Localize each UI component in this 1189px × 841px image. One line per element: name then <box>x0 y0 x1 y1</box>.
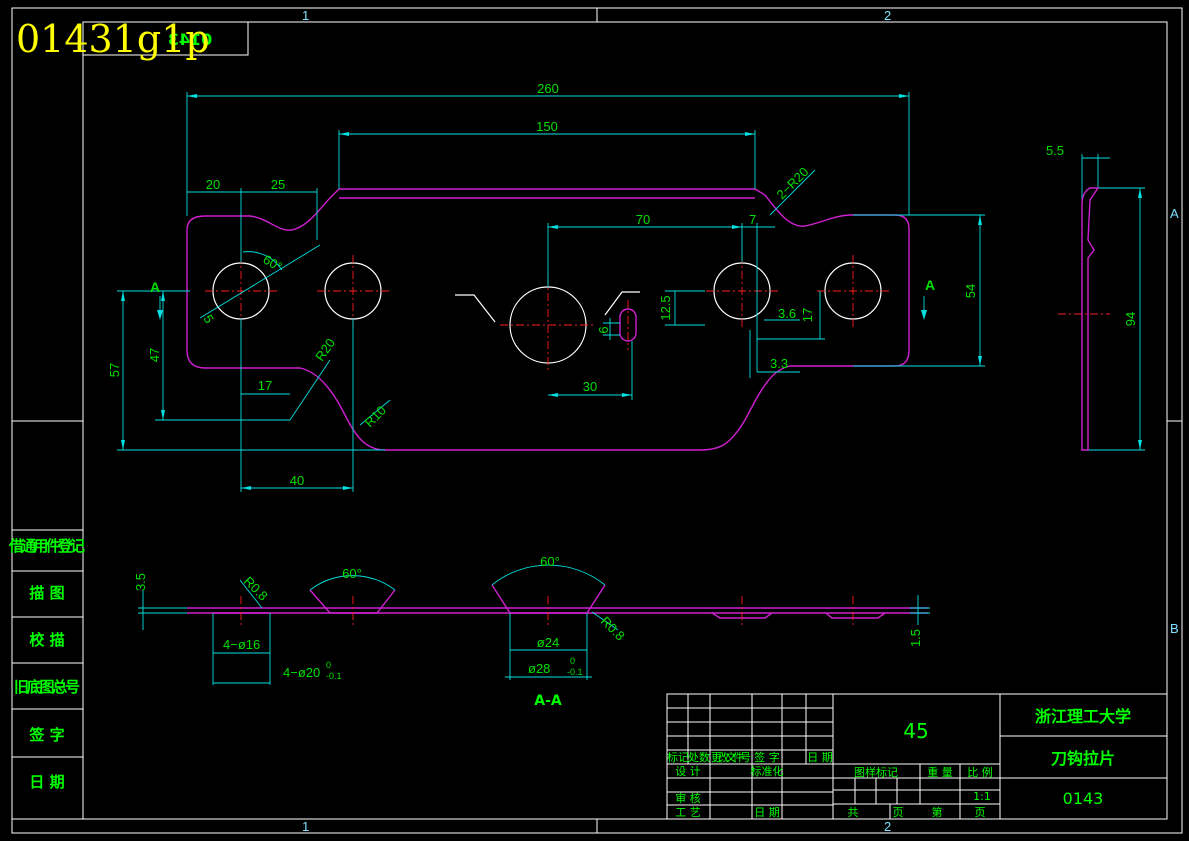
standardize-label: 标准化 <box>751 764 784 778</box>
dim-70: 70 <box>636 212 650 227</box>
dim-57: 57 <box>107 363 122 377</box>
scale-value: 1:1 <box>973 790 991 803</box>
dim-25: 25 <box>271 177 285 192</box>
dim-17-left: 17 <box>258 378 272 393</box>
dim-5-5: 5.5 <box>1046 143 1064 158</box>
school-name: 浙江理工大学 <box>1035 707 1131 726</box>
material-value: 45 <box>903 719 928 743</box>
side-row-check: 校 描 <box>29 631 64 649</box>
dim-17-right: 17 <box>800 308 815 322</box>
dim-28-lower: -0.1 <box>567 667 583 677</box>
dim-260: 260 <box>537 81 559 96</box>
dim-54: 54 <box>963 284 978 298</box>
side-view-outline <box>1081 187 1100 451</box>
dim-150: 150 <box>536 119 558 134</box>
zone-bottom-1: 1 <box>302 819 309 834</box>
side-row-trace: 描 图 <box>29 584 64 602</box>
dim-hole20: 4−ø20 <box>283 665 320 680</box>
dim-hole20-upper: 0 <box>326 660 331 670</box>
sheet-unit-label-2: 页 <box>975 806 986 819</box>
part-name: 刀钩拉片 <box>1051 749 1115 768</box>
side-row-old-number: 旧底图总号 <box>14 678 80 696</box>
drawing-number: 0143 <box>1063 789 1104 808</box>
drawing-code-overlay: 01431g1p <box>16 17 210 61</box>
weight-label: 重 量 <box>927 765 953 779</box>
dim-5: 5 <box>200 312 217 326</box>
sheet-unit-label: 页 <box>893 806 904 819</box>
side-row-date: 日 期 <box>29 773 64 791</box>
dim-94: 94 <box>1123 312 1138 326</box>
zone-bottom-2: 2 <box>884 819 891 834</box>
side-row-signature: 签 字 <box>28 726 64 744</box>
section-label-a-left: A <box>150 279 160 295</box>
dim-3-6: 3.6 <box>778 306 796 321</box>
dim-28-upper: 0 <box>570 656 575 666</box>
dim-3-5: 3.5 <box>133 573 148 591</box>
design-label: 设 计 <box>675 765 701 778</box>
cad-drawing-canvas: 1 2 1 2 A B 0143 01431g1p 借通用件登记 描 图 校 描… <box>8 7 1183 834</box>
dim-r20-top: 2−R20 <box>774 164 812 202</box>
cut-mark-left <box>455 294 496 323</box>
left-side-table <box>11 421 84 820</box>
sheet-no-label: 第 <box>932 805 943 819</box>
section-arrow-right <box>921 310 927 320</box>
dim-1-5: 1.5 <box>908 629 923 647</box>
dim-7: 7 <box>749 212 756 227</box>
date-label: 日 期 <box>754 806 780 819</box>
zone-right-a: A <box>1170 206 1179 221</box>
total-label: 共 <box>848 806 859 819</box>
rev-header-doc: 更改文件号 <box>711 750 751 764</box>
dim-r0-8-right: R0.8 <box>598 614 628 644</box>
dim-40: 40 <box>290 473 304 488</box>
dim-hole20-lower: -0.1 <box>326 671 342 681</box>
inner-frame <box>82 21 1168 820</box>
dim-60-mid: 60° <box>540 554 560 569</box>
dim-r10: R10 <box>362 403 389 430</box>
section-label-a-right: A <box>925 277 935 293</box>
outer-frame <box>11 7 1183 834</box>
zone-right-b: B <box>1170 621 1179 636</box>
stage-mark-label: 图样标记 <box>854 765 898 779</box>
dim-r20-left: R20 <box>312 336 338 364</box>
ratio-label: 比 例 <box>967 765 993 779</box>
dim-6: 6 <box>596 326 611 333</box>
zone-top-2: 2 <box>884 8 891 23</box>
dim-24: ø24 <box>537 635 559 650</box>
dim-hole16: 4−ø16 <box>223 637 260 652</box>
process-label: 工 艺 <box>675 806 701 819</box>
dim-60-left: 60° <box>342 566 362 581</box>
dim-20: 20 <box>206 177 220 192</box>
section-arrow-left <box>157 310 163 320</box>
rev-header-mark: 标记 <box>667 750 689 764</box>
review-label: 审 核 <box>675 791 701 805</box>
dim-28: ø28 <box>528 661 550 676</box>
section-label-aa: A-A <box>534 693 562 709</box>
rev-header-sign: 签 字 <box>754 750 780 764</box>
rev-header-count: 处数 <box>688 751 710 764</box>
dim-30: 30 <box>583 379 597 394</box>
zone-top-1: 1 <box>302 8 309 23</box>
dim-47: 47 <box>147 348 162 362</box>
side-row-register: 借通用件登记 <box>8 537 85 555</box>
dim-r0-8-left: R0.8 <box>241 574 271 604</box>
dim-12-5: 12.5 <box>658 295 673 320</box>
rev-header-date: 日 期 <box>807 751 833 764</box>
dim-3-3: 3.3 <box>770 356 788 371</box>
